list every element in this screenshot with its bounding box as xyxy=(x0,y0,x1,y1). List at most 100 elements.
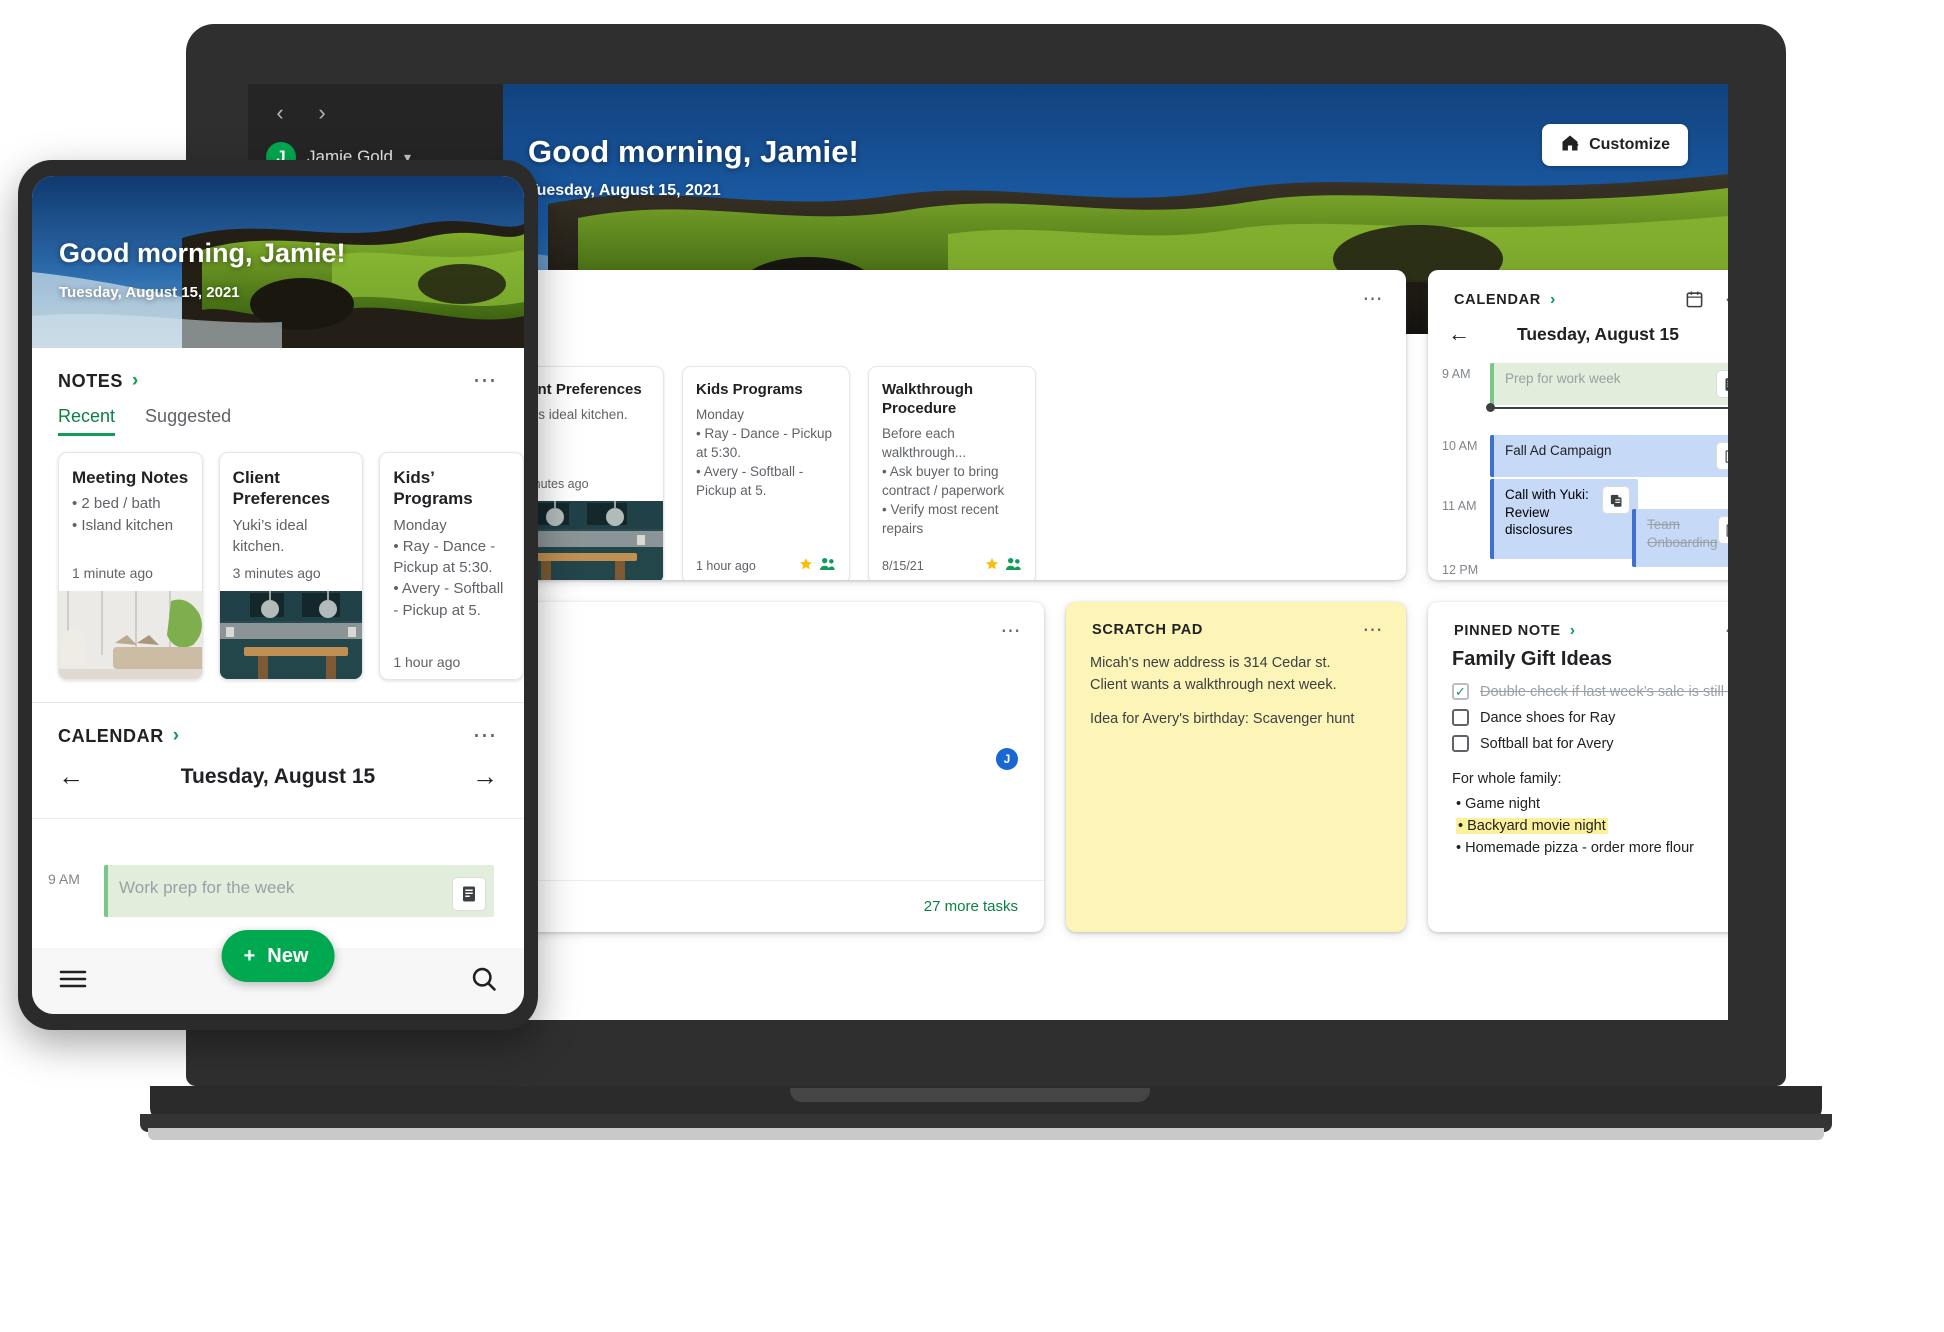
pinned-note-title: PINNED NOTE xyxy=(1454,623,1561,639)
calendar-prev-day-button[interactable]: ← xyxy=(1448,321,1474,347)
checkbox-checked-icon[interactable]: ✓ xyxy=(1452,683,1469,700)
calendar-overflow-menu-icon[interactable]: ⋯ xyxy=(1725,290,1729,310)
tasks-overflow-menu-icon[interactable]: ⋯ xyxy=(1001,621,1023,641)
add-note-icon[interactable] xyxy=(1717,516,1728,544)
checkbox-icon[interactable] xyxy=(1452,735,1469,752)
calendar-hour-label: 11 AM xyxy=(1442,499,1477,513)
note-timestamp: 3 minutes ago xyxy=(232,565,321,581)
back-arrow-icon[interactable]: ‹ xyxy=(270,102,290,124)
phone-device: Good morning, Jamie! Tuesday, August 15,… xyxy=(18,160,538,1030)
search-icon[interactable] xyxy=(470,965,498,998)
pinned-note-heading: Family Gift Ideas xyxy=(1452,648,1613,670)
calendar-event[interactable]: Prep for work week xyxy=(1490,363,1728,405)
calendar-date-icon[interactable] xyxy=(1685,290,1704,309)
note-badges xyxy=(985,557,1022,574)
phone-notes-tabs: Recent Suggested xyxy=(32,392,524,436)
phone-calendar-date-nav: ← Tuesday, August 15 → xyxy=(32,747,524,792)
scratch-line: Idea for Avery's birthday: Scavenger hun… xyxy=(1090,710,1355,727)
add-note-icon[interactable] xyxy=(1716,442,1728,470)
pinned-bullet: • Backyard movie night xyxy=(1456,817,1608,834)
note-card[interactable]: Kids’ Programs Monday • Ray - Dance - Pi… xyxy=(379,452,524,680)
customize-button[interactable]: Customize xyxy=(1542,124,1688,166)
phone-calendar-overflow-menu-icon[interactable]: ⋯ xyxy=(473,724,499,748)
scratch-pad-overflow-menu-icon[interactable]: ⋯ xyxy=(1363,620,1385,640)
pinned-bullet: • Game night xyxy=(1456,796,1541,812)
calendar-event-label: Prep for work week xyxy=(1505,371,1621,386)
note-body: Monday • Ray - Dance - Pickup at 5:30. •… xyxy=(696,406,833,499)
checklist-item[interactable]: Dance shoes for Ray xyxy=(1452,709,1728,726)
calendar-event[interactable]: Fall Ad Campaign xyxy=(1490,435,1728,477)
calendar-event-label: Work prep for the week xyxy=(119,878,295,897)
pinned-note-overflow-menu-icon[interactable]: ⋯ xyxy=(1725,621,1729,641)
note-body: Monday • Ray - Dance - Pickup at 5:30. •… xyxy=(393,516,504,619)
phone-screen: Good morning, Jamie! Tuesday, August 15,… xyxy=(32,176,524,1014)
history-nav: ‹ › xyxy=(270,102,332,124)
checklist-label: Dance shoes for Ray xyxy=(1480,709,1616,726)
checklist-item[interactable]: Softball bat for Avery xyxy=(1452,735,1728,752)
checkbox-icon[interactable] xyxy=(1452,709,1469,726)
chevron-right-icon[interactable]: › xyxy=(132,370,138,392)
phone-greeting-date: Tuesday, August 15, 2021 xyxy=(59,284,240,301)
note-card[interactable]: Client Preferences Yuki’s ideal kitchen.… xyxy=(218,452,364,680)
chevron-right-icon[interactable]: › xyxy=(1570,622,1575,640)
pinned-note-checklist: ✓ Double check if last week’s sale is st… xyxy=(1428,671,1728,752)
shared-people-icon xyxy=(1006,557,1022,574)
note-attachment-icon[interactable] xyxy=(1716,370,1728,398)
new-button[interactable]: + New xyxy=(221,930,335,982)
chevron-right-icon[interactable]: › xyxy=(173,725,179,747)
calendar-current-date: Tuesday, August 15 xyxy=(1516,323,1680,344)
pinned-bullet: • Homemade pizza - order more flour xyxy=(1456,839,1694,856)
phone-tab-suggested[interactable]: Suggested xyxy=(145,406,231,436)
calendar-event[interactable]: Team Onboarding xyxy=(1632,509,1728,567)
calendar-next-day-button[interactable]: → xyxy=(1722,321,1728,347)
notes-overflow-menu-icon[interactable]: ⋯ xyxy=(1363,289,1385,309)
scratch-pad-body[interactable]: Micah's new address is 314 Cedar st. Cli… xyxy=(1066,638,1406,730)
calendar-date-nav: ← Tuesday, August 15 → xyxy=(1428,309,1728,347)
calendar-hour-label: 10 AM xyxy=(1442,439,1478,453)
new-button-label: New xyxy=(267,944,309,967)
calendar-hour-label: 9 AM xyxy=(1442,367,1471,381)
checklist-label: Double check if last week’s sale is stil… xyxy=(1480,683,1728,700)
phone-calendar-next-day-button[interactable]: → xyxy=(472,761,498,792)
calendar-day-grid: 9 AM 10 AM 11 AM 12 PM Prep for work wee… xyxy=(1428,363,1728,580)
plus-icon: + xyxy=(243,944,256,967)
calendar-widget: CALENDAR › ⋯ ← Tuesday, Au xyxy=(1428,270,1728,580)
phone-calendar-current-date: Tuesday, August 15 xyxy=(180,764,376,788)
star-icon xyxy=(985,557,999,574)
phone-notes-overflow-menu-icon[interactable]: ⋯ xyxy=(473,369,499,393)
task-assignee-avatar: J xyxy=(996,748,1018,770)
chevron-right-icon[interactable]: › xyxy=(1550,291,1555,309)
note-title: Kids Programs xyxy=(696,381,803,398)
forward-arrow-icon[interactable]: › xyxy=(312,102,332,124)
phone-calendar-prev-day-button[interactable]: ← xyxy=(58,761,84,792)
note-footer: 1 hour ago xyxy=(696,557,836,580)
note-card[interactable]: Walkthrough Procedure Before each walkth… xyxy=(868,366,1036,580)
phone-notes-title: NOTES xyxy=(58,370,124,391)
checklist-label: Softball bat for Avery xyxy=(1480,735,1614,752)
note-card[interactable]: Kids Programs Monday • Ray - Dance - Pic… xyxy=(682,366,850,580)
note-timestamp: 1 minute ago xyxy=(72,565,153,581)
note-title: Walkthrough Procedure xyxy=(882,381,974,417)
phone-notes-section: NOTES › ⋯ Recent Suggested Meeting Notes… xyxy=(32,348,524,680)
calendar-event-label: Call with Yuki: Review disclosures xyxy=(1505,487,1589,538)
home-pencil-icon xyxy=(1560,133,1580,158)
note-timestamp: 1 hour ago xyxy=(393,654,461,670)
calendar-event[interactable]: Call with Yuki: Review disclosures xyxy=(1490,479,1638,559)
customize-label: Customize xyxy=(1589,136,1670,153)
calendar-event[interactable]: Work prep for the week xyxy=(104,865,494,917)
more-tasks-link[interactable]: 27 more tasks xyxy=(924,898,1018,915)
copy-note-icon[interactable] xyxy=(1602,486,1630,514)
note-thumbnail-living-room xyxy=(59,591,202,679)
note-card[interactable]: Meeting Notes • 2 bed / bath • Island ki… xyxy=(58,452,203,680)
note-attachment-icon[interactable] xyxy=(452,877,486,911)
scratch-pad-widget[interactable]: SCRATCH PAD ⋯ Micah's new address is 314… xyxy=(1066,602,1406,932)
phone-greeting-text: Good morning, Jamie! xyxy=(59,238,346,268)
checklist-item[interactable]: ✓ Double check if last week’s sale is st… xyxy=(1452,683,1728,700)
phone-tab-recent[interactable]: Recent xyxy=(58,406,116,436)
note-thumbnail-kitchen xyxy=(219,591,363,679)
current-time-dot xyxy=(1486,403,1495,412)
pinned-note-subheading: For whole family: xyxy=(1452,771,1562,787)
star-icon xyxy=(799,557,813,574)
pinned-note-header: PINNED NOTE › ⋯ xyxy=(1428,602,1729,641)
hamburger-menu-icon[interactable] xyxy=(58,968,88,995)
